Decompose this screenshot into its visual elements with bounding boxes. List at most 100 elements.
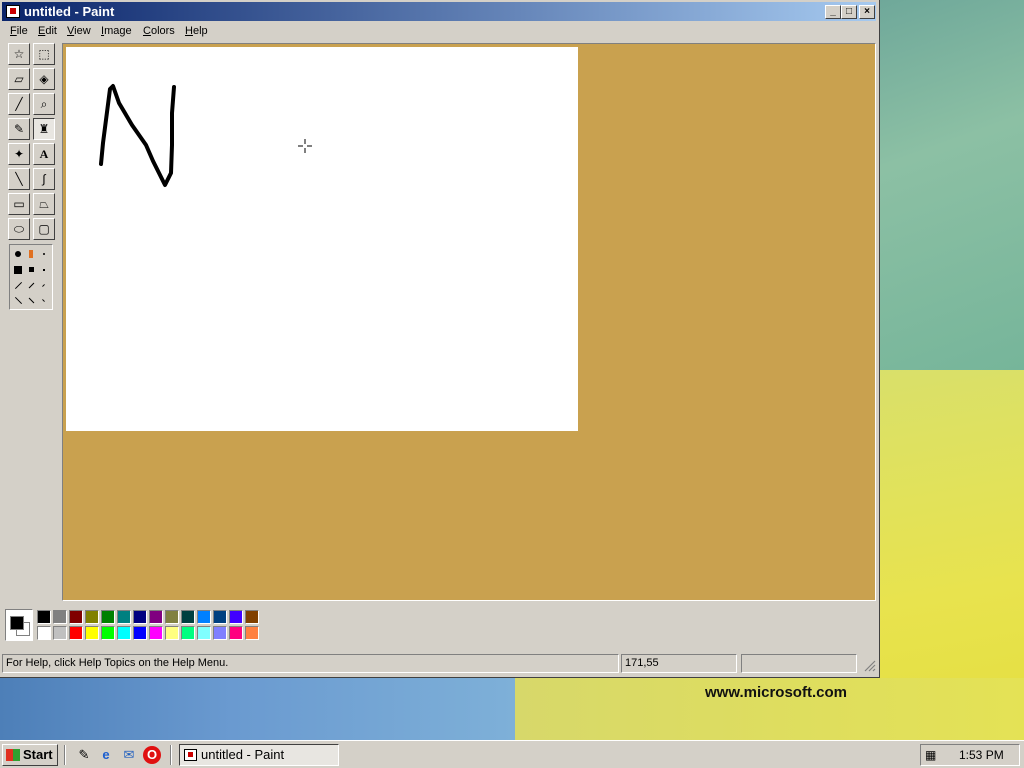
palette-swatch[interactable] — [229, 626, 243, 640]
title-bar[interactable]: untitled - Paint _ □ × — [2, 2, 876, 21]
tool-fill[interactable]: ◈ — [33, 68, 55, 90]
show-desktop-icon[interactable]: ✎ — [75, 746, 93, 764]
current-colors[interactable] — [5, 609, 33, 641]
tool-airbrush[interactable]: ✦ — [8, 143, 30, 165]
tool-line[interactable]: ╲ — [8, 168, 30, 190]
palette-swatch[interactable] — [197, 610, 211, 624]
maximize-button[interactable]: □ — [841, 5, 857, 19]
tool-curve[interactable]: ∫ — [33, 168, 55, 190]
menu-edit[interactable]: Edit — [38, 25, 57, 37]
brush-slash-small[interactable] — [42, 284, 45, 287]
tool-rectangle[interactable]: ▭ — [8, 193, 30, 215]
palette-swatch[interactable] — [117, 626, 131, 640]
palette-swatch[interactable] — [69, 610, 83, 624]
status-selection-size — [741, 654, 857, 673]
palette-swatch[interactable] — [245, 626, 259, 640]
text-icon: A — [39, 147, 49, 161]
brush-size-medium-square[interactable] — [29, 267, 34, 272]
close-button[interactable]: × — [859, 5, 875, 19]
brush-backslash-small[interactable] — [42, 299, 45, 302]
palette-swatch[interactable] — [101, 610, 115, 624]
taskbar-button-paint[interactable]: untitled - Paint — [179, 744, 339, 766]
tool-ellipse[interactable]: ⬭ — [8, 218, 30, 240]
palette-swatch[interactable] — [101, 626, 115, 640]
palette-swatch[interactable] — [85, 626, 99, 640]
brush-slash-large[interactable] — [14, 281, 23, 290]
internet-explorer-icon[interactable]: e — [97, 746, 115, 764]
brush-size-large-square[interactable] — [14, 266, 22, 274]
canvas-workspace[interactable] — [62, 43, 876, 601]
close-icon: × — [864, 6, 870, 17]
brush-size-small-square[interactable] — [43, 269, 45, 271]
palette-swatch[interactable] — [133, 626, 147, 640]
menu-colors[interactable]: Colors — [143, 25, 175, 37]
tool-polygon[interactable]: ⏢ — [33, 193, 55, 215]
palette-swatch[interactable] — [37, 610, 51, 624]
palette-swatch[interactable] — [149, 610, 163, 624]
palette-swatch[interactable] — [53, 610, 67, 624]
palette-swatch[interactable] — [37, 626, 51, 640]
tool-brush[interactable]: ♜ — [33, 118, 55, 140]
palette-swatch[interactable] — [213, 626, 227, 640]
palette-swatch[interactable] — [117, 610, 131, 624]
desktop-url-text: www.microsoft.com — [705, 684, 847, 701]
brush-slash-medium[interactable] — [28, 282, 35, 289]
toolbox: ☆ ⬚ ▱ ◈ ╱ ⌕ ✎ ♜ ✦ A ╲ ∫ ▭ ⏢ ⬭ ▢ — [3, 43, 61, 601]
menu-help[interactable]: Help — [185, 25, 208, 37]
windows-logo-icon — [6, 749, 20, 761]
outlook-express-icon[interactable]: ✉ — [120, 746, 138, 764]
tool-magnifier[interactable]: ⌕ — [33, 93, 55, 115]
drawing-canvas[interactable] — [66, 47, 578, 431]
tool-pencil[interactable]: ✎ — [8, 118, 30, 140]
tool-select[interactable]: ⬚ — [33, 43, 55, 65]
tool-text[interactable]: A — [33, 143, 55, 165]
menu-image[interactable]: Image — [101, 25, 132, 37]
brush-size-selected[interactable] — [29, 250, 33, 258]
palette-swatch[interactable] — [229, 610, 243, 624]
palette-swatch[interactable] — [149, 626, 163, 640]
palette-swatch[interactable] — [181, 626, 195, 640]
rounded-rectangle-icon: ▢ — [38, 222, 50, 236]
tool-eraser[interactable]: ▱ — [8, 68, 30, 90]
status-bar: For Help, click Help Topics on the Help … — [2, 654, 878, 674]
palette-swatch[interactable] — [245, 610, 259, 624]
menu-file[interactable]: File — [10, 25, 28, 37]
palette-swatch[interactable] — [181, 610, 195, 624]
minimize-button[interactable]: _ — [825, 5, 841, 19]
network-icon[interactable]: ▦ — [925, 748, 941, 762]
menu-view[interactable]: View — [67, 25, 91, 37]
maximize-icon: □ — [845, 6, 853, 17]
resize-grip-icon[interactable] — [862, 658, 876, 672]
palette-swatch[interactable] — [165, 626, 179, 640]
paint-app-icon[interactable] — [6, 5, 20, 18]
crosshair-cursor-icon — [298, 139, 312, 153]
brush-icon: ♜ — [38, 122, 50, 136]
palette-swatch[interactable] — [165, 610, 179, 624]
minimize-icon: _ — [830, 6, 836, 17]
start-button[interactable]: Start — [2, 744, 58, 766]
menu-bar: File Edit View Image Colors Help — [2, 23, 876, 41]
brush-backslash-large[interactable] — [14, 296, 23, 305]
palette-swatch[interactable] — [69, 626, 83, 640]
start-label: Start — [23, 747, 53, 762]
brush-size-large-round[interactable] — [15, 251, 21, 257]
status-help-text: For Help, click Help Topics on the Help … — [2, 654, 619, 673]
paint-app-icon — [184, 749, 197, 761]
palette-swatch[interactable] — [85, 610, 99, 624]
tool-pick-color[interactable]: ╱ — [8, 93, 30, 115]
opera-icon[interactable]: O — [143, 746, 161, 764]
paint-window: untitled - Paint _ □ × File Edit View Im… — [0, 0, 880, 678]
line-icon: ╲ — [15, 172, 23, 186]
palette-swatch[interactable] — [133, 610, 147, 624]
brush-backslash-medium[interactable] — [28, 297, 35, 304]
free-form-select-icon: ☆ — [13, 47, 25, 61]
palette-swatch[interactable] — [53, 626, 67, 640]
tool-rounded-rectangle[interactable]: ▢ — [33, 218, 55, 240]
clock[interactable]: 1:53 PM — [959, 748, 1004, 762]
taskbar: Start ✎ e ✉ O untitled - Paint ▦ 1:53 PM — [0, 740, 1024, 768]
palette-swatch[interactable] — [213, 610, 227, 624]
tool-free-form-select[interactable]: ☆ — [8, 43, 30, 65]
fill-icon: ◈ — [39, 72, 49, 86]
palette-swatch[interactable] — [197, 626, 211, 640]
brush-size-small-round[interactable] — [43, 253, 45, 255]
